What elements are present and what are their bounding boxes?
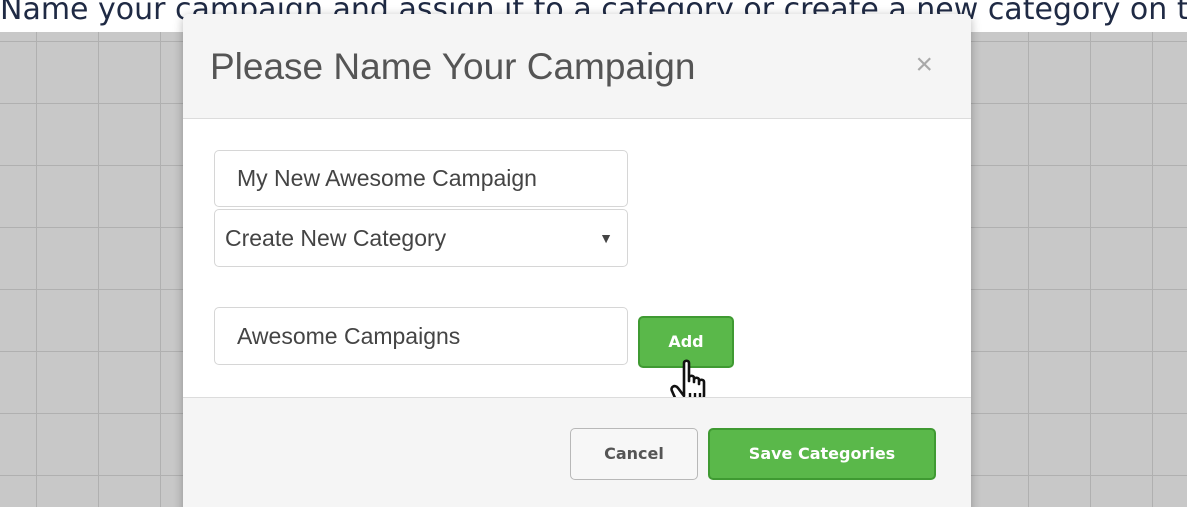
modal-title: Please Name Your Campaign: [210, 46, 696, 87]
campaign-name-input[interactable]: My New Awesome Campaign: [214, 150, 628, 207]
modal-footer: Cancel Save Categories: [183, 397, 971, 507]
close-icon[interactable]: ×: [915, 50, 933, 80]
modal-header: Please Name Your Campaign ×: [183, 14, 971, 119]
chevron-down-icon: ▼: [599, 230, 613, 246]
cancel-button[interactable]: Cancel: [570, 428, 698, 480]
save-categories-button[interactable]: Save Categories: [708, 428, 936, 480]
campaign-name-modal: Please Name Your Campaign × My New Aweso…: [183, 14, 971, 507]
new-category-input[interactable]: Awesome Campaigns: [214, 307, 628, 365]
category-select-value: Create New Category: [225, 225, 447, 251]
category-select[interactable]: Create New Category ▼: [214, 209, 628, 267]
